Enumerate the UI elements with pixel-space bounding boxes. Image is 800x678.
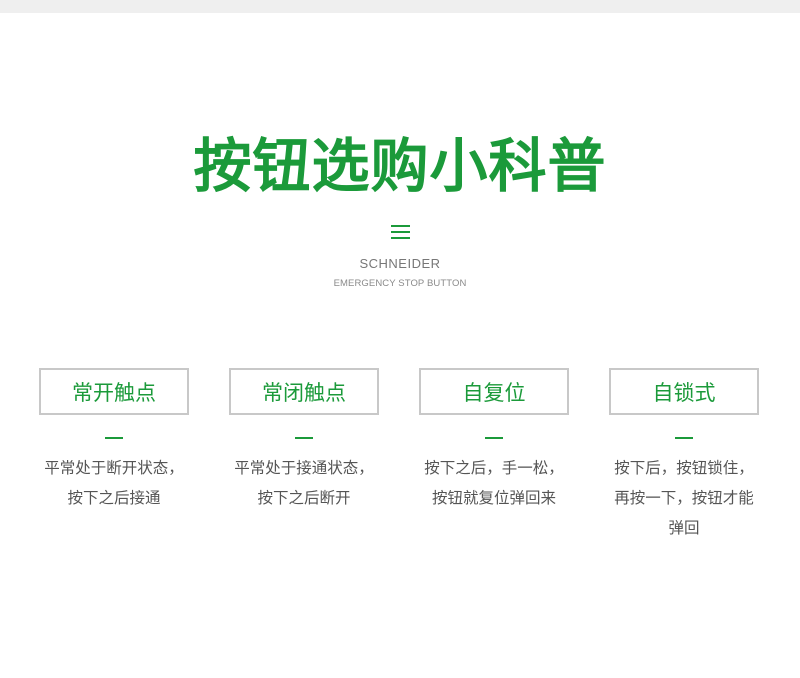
brand-name: SCHNEIDER — [359, 256, 441, 271]
feature-description: 按下之后，手一松，按钮就复位弹回来 — [424, 459, 564, 507]
feature-card-self-locking: 自锁式 按下后，按钮锁住，再按一下，按钮才能弹回 — [609, 368, 759, 543]
dash-divider — [105, 437, 123, 439]
feature-label: 自复位 — [419, 368, 569, 415]
top-strip — [0, 0, 800, 13]
dash-divider — [485, 437, 503, 439]
feature-description: 按下后，按钮锁住，再按一下，按钮才能弹回 — [614, 459, 754, 537]
product-subtitle: EMERGENCY STOP BUTTON — [333, 278, 467, 289]
dash-divider — [675, 437, 693, 439]
feature-label: 自锁式 — [609, 368, 759, 415]
feature-label: 常开触点 — [39, 368, 189, 415]
feature-label: 常闭触点 — [229, 368, 379, 415]
menu-icon — [391, 225, 410, 239]
feature-card-self-reset: 自复位 按下之后，手一松，按钮就复位弹回来 — [419, 368, 569, 513]
feature-description: 平常处于断开状态，按下之后接通 — [44, 459, 184, 507]
page-title: 按钮选购小科普 — [193, 132, 607, 200]
dash-divider — [295, 437, 313, 439]
feature-card-normally-open: 常开触点 平常处于断开状态，按下之后接通 — [39, 368, 189, 513]
feature-card-normally-closed: 常闭触点 平常处于接通状态，按下之后断开 — [229, 368, 379, 513]
feature-description: 平常处于接通状态，按下之后断开 — [234, 459, 374, 507]
